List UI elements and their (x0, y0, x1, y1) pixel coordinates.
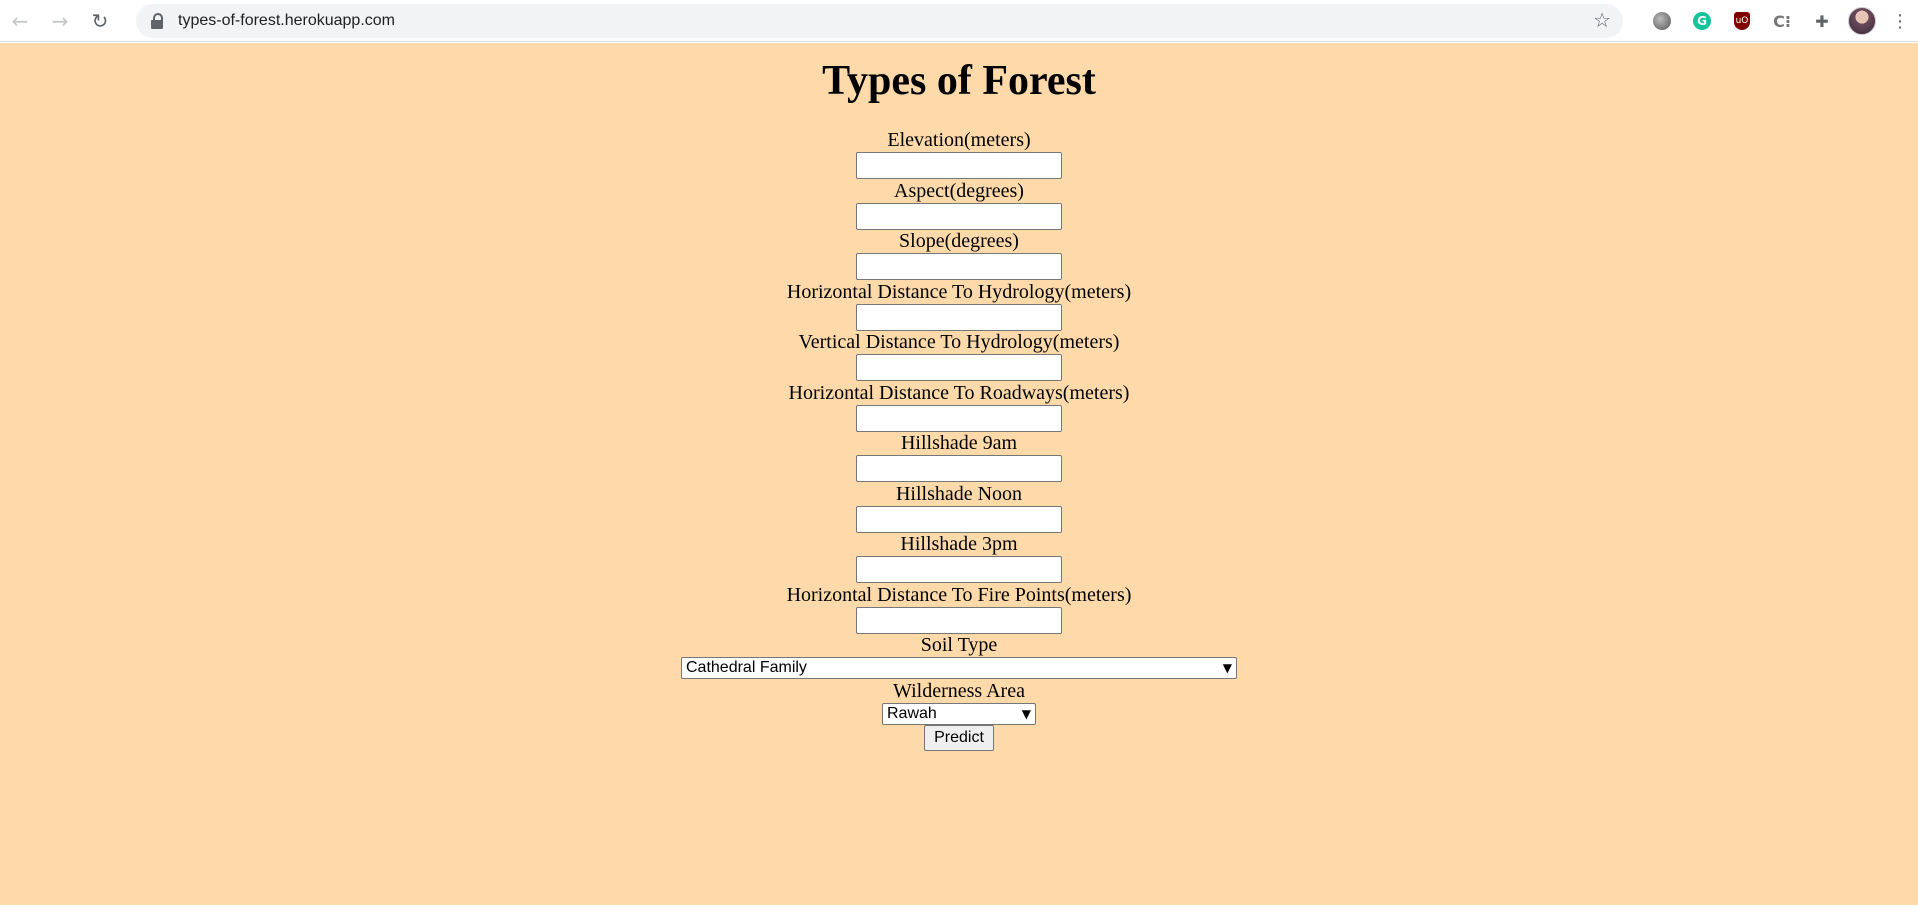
field-soil-type: Soil Type Cathedral Family ▼ (0, 633, 1918, 679)
field-label: Hillshade Noon (895, 482, 1023, 505)
field-label: Horizontal Distance To Hydrology(meters) (786, 280, 1132, 303)
extension-icon: C⁝ (1773, 11, 1791, 31)
soil-type-select[interactable]: Cathedral Family ▼ (681, 657, 1237, 679)
predict-button[interactable]: Predict (924, 725, 994, 751)
reload-button[interactable]: ↻ (80, 0, 120, 42)
grammarly-button[interactable]: G (1682, 0, 1722, 42)
field-hillshade-noon: Hillshade Noon (0, 482, 1918, 533)
avatar (1848, 7, 1876, 35)
arrow-right-icon: → (51, 8, 69, 33)
extensions-menu-button[interactable]: ✚ (1802, 0, 1842, 42)
horizontal-roadways-input[interactable] (856, 404, 1062, 432)
field-vertical-hydrology: Vertical Distance To Hydrology(meters) (0, 330, 1918, 381)
hillshade-noon-input[interactable] (856, 505, 1062, 533)
horizontal-hydrology-input[interactable] (856, 303, 1062, 331)
elevation-input[interactable] (856, 152, 1062, 179)
field-label: Horizontal Distance To Fire Points(meter… (786, 583, 1132, 606)
field-hillshade-9am: Hillshade 9am (0, 431, 1918, 482)
extensions-bar: G uO C⁝ ✚ ⋮ (1642, 0, 1918, 42)
field-label: Horizontal Distance To Roadways(meters) (788, 381, 1130, 404)
star-icon[interactable]: ☆ (1593, 8, 1611, 32)
extension-button[interactable]: C⁝ (1762, 0, 1802, 42)
ublock-icon: uO (1734, 12, 1750, 30)
browser-menu-button[interactable]: ⋮ (1882, 0, 1918, 42)
lock-icon (150, 13, 164, 29)
extension-icon (1653, 12, 1671, 30)
profile-button[interactable] (1842, 0, 1882, 42)
ublock-button[interactable]: uO (1722, 0, 1762, 42)
hillshade-3pm-input[interactable] (856, 556, 1062, 583)
forward-button[interactable]: → (40, 0, 80, 42)
reload-icon: ↻ (91, 8, 109, 33)
field-slope: Slope(degrees) (0, 229, 1918, 280)
field-label: Hillshade 9am (900, 432, 1018, 454)
predict-row: Predict (0, 701, 1918, 751)
aspect-input[interactable] (856, 202, 1062, 230)
field-horizontal-fire-points: Horizontal Distance To Fire Points(meter… (0, 583, 1918, 634)
field-aspect: Aspect(degrees) (0, 179, 1918, 230)
soil-type-selected: Cathedral Family (686, 659, 807, 676)
field-label: Aspect(degrees) (894, 179, 1024, 202)
page-background: Types of Forest Elevation(meters) Aspect… (0, 43, 1918, 905)
url-text: types-of-forest.herokuapp.com (178, 12, 395, 29)
kebab-menu-icon: ⋮ (1891, 10, 1909, 32)
field-label: Soil Type (920, 634, 998, 656)
page-body: Types of Forest Elevation(meters) Aspect… (0, 43, 1918, 907)
field-label: Hillshade 3pm (900, 533, 1018, 555)
extension-button[interactable] (1642, 0, 1682, 42)
horizontal-fire-points-input[interactable] (856, 606, 1062, 634)
puzzle-icon: ✚ (1815, 11, 1829, 31)
field-elevation: Elevation(meters) (0, 128, 1918, 179)
slope-input[interactable] (856, 253, 1062, 280)
browser-toolbar: ← → ↻ types-of-forest.herokuapp.com ☆ G … (0, 0, 1918, 42)
field-horizontal-hydrology: Horizontal Distance To Hydrology(meters) (0, 280, 1918, 331)
hillshade-9am-input[interactable] (856, 455, 1062, 482)
page-title: Types of Forest (822, 58, 1096, 104)
vertical-hydrology-input[interactable] (856, 354, 1062, 381)
chevron-down-icon: ▼ (1021, 707, 1031, 721)
chevron-down-icon: ▼ (1222, 661, 1232, 675)
arrow-left-icon: ← (11, 8, 29, 33)
prediction-form: Elevation(meters) Aspect(degrees) Slope(… (0, 128, 1918, 751)
field-label: Vertical Distance To Hydrology(meters) (798, 331, 1120, 353)
grammarly-icon: G (1693, 12, 1711, 30)
field-label: Slope(degrees) (899, 230, 1019, 252)
field-horizontal-roadways: Horizontal Distance To Roadways(meters) (0, 381, 1918, 432)
back-button[interactable]: ← (0, 0, 40, 42)
field-label: Wilderness Area (893, 680, 1025, 702)
field-label: Elevation(meters) (887, 129, 1031, 151)
address-bar[interactable]: types-of-forest.herokuapp.com ☆ (136, 4, 1623, 38)
field-hillshade-3pm: Hillshade 3pm (0, 532, 1918, 583)
